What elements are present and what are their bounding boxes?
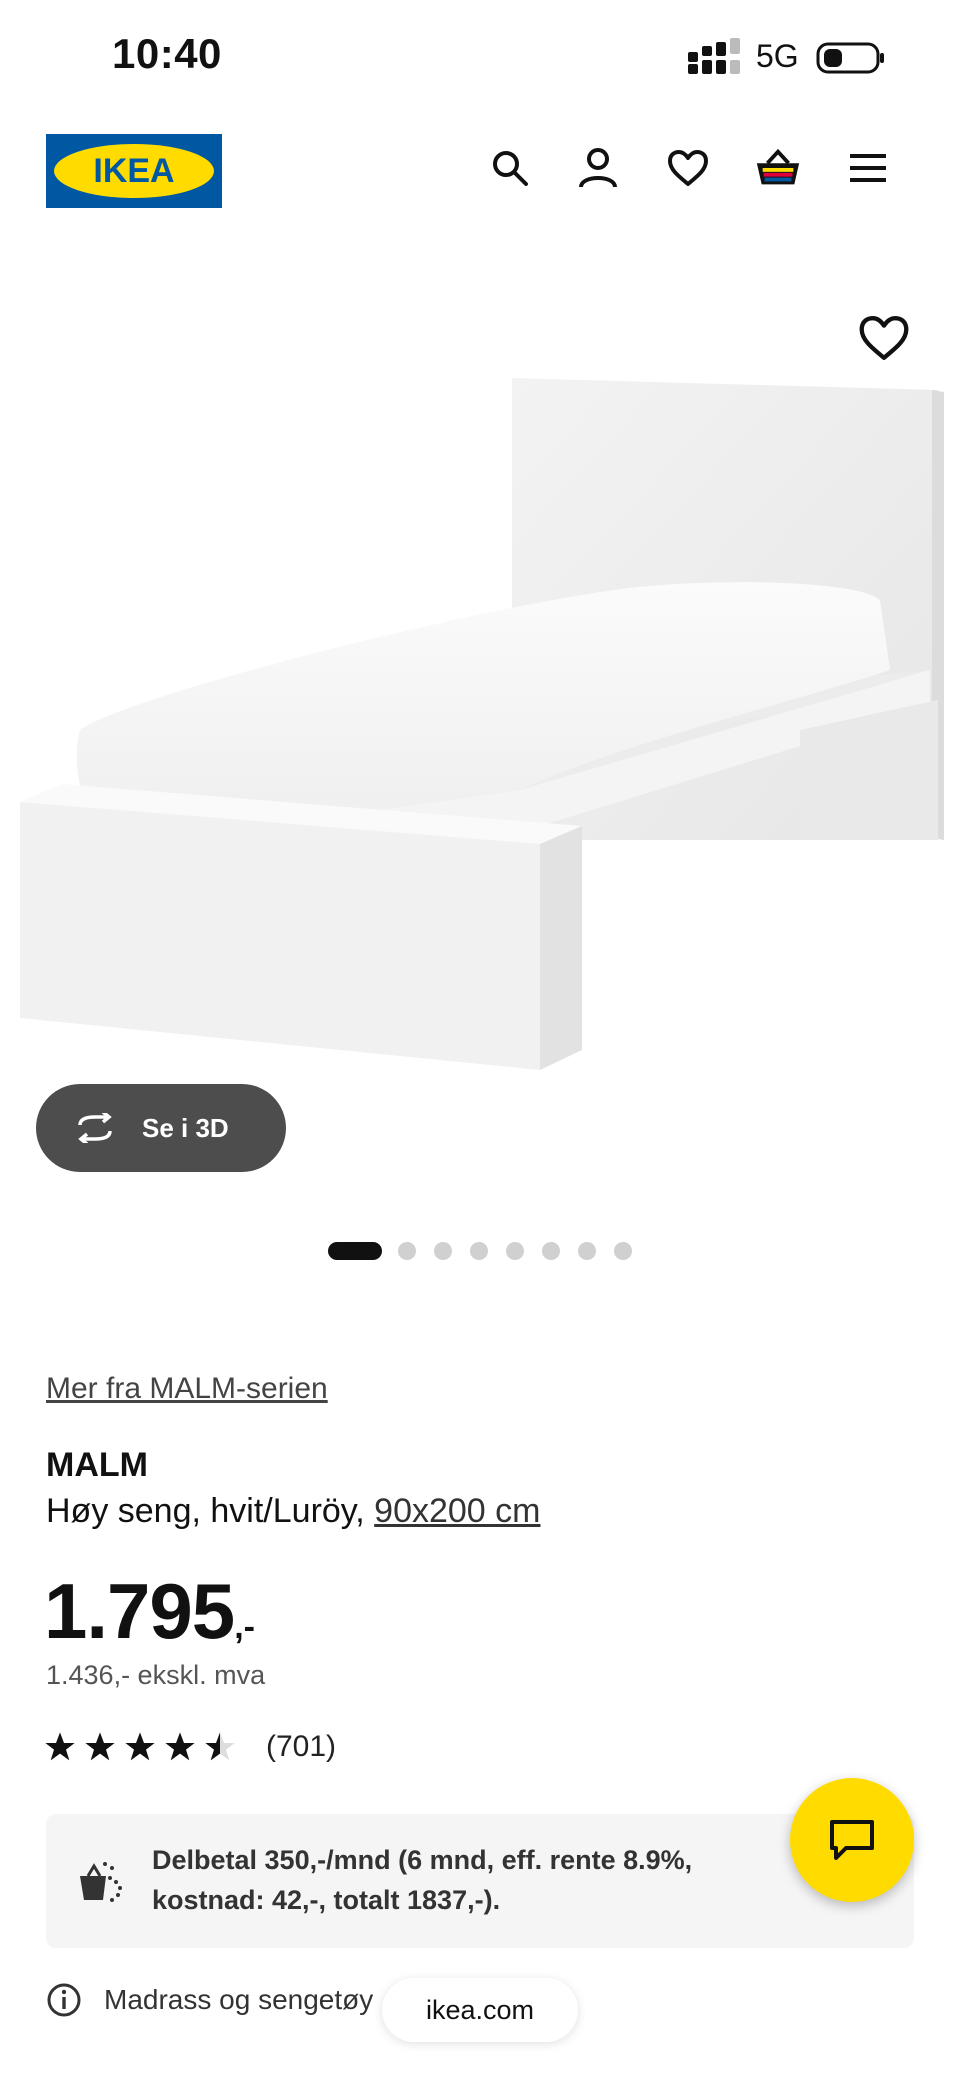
chat-button[interactable] [790,1778,914,1902]
carousel-dot[interactable] [328,1242,382,1260]
carousel-dot[interactable] [434,1242,452,1260]
carousel-dot[interactable] [398,1242,416,1260]
star-icon [45,1732,75,1761]
product-rating[interactable]: (701) [44,1730,336,1764]
menu-icon[interactable] [844,144,892,192]
installment-icon [80,1862,122,1902]
status-bar: 10:40 5G [0,0,960,110]
save-favorite-icon[interactable] [858,312,910,364]
product-price: 1.795,- [44,1566,255,1657]
carousel-dot[interactable] [542,1242,560,1260]
rotate-3d-icon [78,1113,112,1143]
battery-icon [816,42,884,74]
cart-icon[interactable] [754,144,802,192]
carousel-dot[interactable] [470,1242,488,1260]
price-main: 1.795 [44,1567,235,1655]
product-image [20,378,944,1070]
account-icon[interactable] [574,144,622,192]
info-row[interactable]: Madrass og sengetøy [46,1982,373,2018]
half-star-icon [205,1732,235,1761]
site-header: IKEA [0,120,960,220]
star-icon [85,1732,115,1761]
product-description: Høy seng, hvit/Luröy, 90x200 cm [46,1492,541,1531]
signal-icon [688,38,740,74]
star-icon [165,1732,195,1761]
review-count: (701) [266,1730,337,1763]
installment-offer[interactable]: Delbetal 350,-/mnd (6 mnd, eff. rente 8.… [46,1814,914,1948]
see-in-3d-label: Se i 3D [142,1112,229,1143]
star-icon [125,1732,155,1761]
image-carousel-dots [0,1242,960,1262]
ikea-logo[interactable]: IKEA [46,134,222,208]
carousel-dot[interactable] [578,1242,596,1260]
carousel-dot[interactable] [614,1242,632,1260]
network-type: 5G [756,38,799,74]
price-suffix: ,- [234,1608,255,1646]
series-link[interactable]: Mer fra MALM-serien [46,1372,328,1406]
info-icon [47,1983,81,2017]
product-description-text: Høy seng, hvit/Luröy, [46,1492,365,1530]
info-text: Madrass og sengetøy [104,1984,374,2015]
size-link[interactable]: 90x200 cm [374,1492,540,1530]
chat-icon [830,1820,874,1860]
status-time: 10:40 [112,30,222,77]
see-in-3d-button[interactable]: Se i 3D [36,1084,286,1172]
carousel-dot[interactable] [506,1242,524,1260]
wishlist-icon[interactable] [664,144,712,192]
price-excl-vat: 1.436,- ekskl. mva [46,1660,266,1690]
browser-url-pill[interactable]: ikea.com [382,1978,578,2042]
product-name: MALM [46,1446,148,1484]
logo-text: IKEA [93,152,174,190]
search-icon[interactable] [486,144,534,192]
installment-text: Delbetal 350,-/mnd (6 mnd, eff. rente 8.… [152,1845,693,1915]
product-image-gallery[interactable]: Se i 3D [0,250,960,1260]
